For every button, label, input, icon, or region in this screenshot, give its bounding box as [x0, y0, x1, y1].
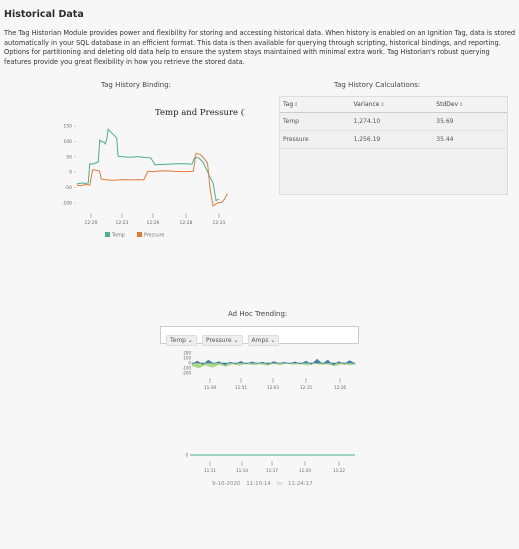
chevron-down-icon[interactable]: ⌄: [188, 337, 193, 344]
x-tick-label: 11:39: [204, 385, 216, 390]
legend-label[interactable]: Pressure: [144, 233, 165, 239]
chart-title: Temp and Pressure (L: [155, 107, 245, 118]
tag-selector[interactable]: Temp ⌄ Pressure ⌄ Amps ⌄: [160, 326, 359, 346]
legend-swatch[interactable]: [137, 232, 142, 237]
series-group: [76, 128, 228, 207]
cell-stddev: 35.44: [433, 130, 507, 149]
ad-hoc-trend-chart[interactable]: 2001000-100-200 11:39 11:51 12:03 12:15 12:2…: [160, 347, 360, 395]
x-tick-label: 11:11: [204, 468, 216, 473]
sort-icon[interactable]: ⇕: [380, 102, 384, 108]
y-tick-label: 100: [63, 139, 72, 145]
series-area-amps[interactable]: [191, 362, 356, 369]
series-line-temp[interactable]: [76, 128, 220, 202]
tag-chip-temp[interactable]: Temp ⌄: [166, 335, 197, 346]
page-title: Historical Data: [4, 9, 84, 20]
y-axis: 150 100 50 0 -50 -100: [62, 124, 76, 206]
x-axis: 11:11 11:14 11:17 11:20 11:22: [204, 461, 345, 473]
range-end-time: 11:24:17: [287, 481, 313, 487]
range-start-date: 9-10-2020: [212, 481, 241, 487]
x-tick-label: 12:26: [147, 220, 160, 226]
range-start-time: 11:10:14: [246, 481, 271, 487]
x-tick-label: 12:31: [213, 220, 226, 226]
y-tick-label: 50: [66, 154, 72, 160]
x-tick-label: 12:28: [180, 220, 193, 226]
x-tick-label: 12:26: [334, 385, 346, 390]
sort-icon[interactable]: ⇕: [294, 102, 298, 108]
y-tick-label: 0: [185, 453, 188, 458]
x-tick-label: 11:20: [299, 468, 311, 473]
series-group: [191, 358, 356, 369]
table-header-row: Tag⇕ Variance⇕ StdDev⇕: [280, 97, 507, 113]
cell-stddev: 35.69: [433, 112, 507, 131]
legend-swatch[interactable]: [105, 232, 110, 237]
y-tick-label: 0: [69, 170, 72, 176]
x-tick-label: 11:51: [235, 385, 247, 390]
page-description: The Tag Historian Module provides power …: [4, 29, 516, 66]
x-axis: 12:20 12:23 12:26 12:28 12:31: [85, 213, 226, 226]
table-row[interactable]: Pressure 1,256.19 35.44: [280, 130, 507, 149]
y-tick-label: -50: [65, 185, 72, 191]
x-axis: 11:39 11:51 12:03 12:15 12:26: [204, 378, 346, 390]
cell-tag: Temp: [280, 112, 351, 131]
cell-tag: Pressure: [280, 130, 351, 149]
x-tick-label: 11:22: [333, 468, 345, 473]
date-range-readout[interactable]: 9-10-2020 11:10:14 to 11:24:17: [212, 481, 313, 487]
tag-history-calculations-heading: Tag History Calculations:: [334, 81, 421, 89]
column-header-variance[interactable]: Variance⇕: [350, 97, 434, 113]
y-axis: 2001000-100-200: [182, 351, 192, 376]
y-tick-label: -100: [62, 200, 72, 206]
chevron-down-icon[interactable]: ⌄: [234, 337, 239, 344]
x-tick-label: 12:15: [300, 385, 312, 390]
table-row[interactable]: Temp 1,274.10 35.69: [280, 112, 507, 131]
ad-hoc-trending-heading: Ad Hoc Trending:: [228, 310, 288, 318]
range-selector-chart[interactable]: 0 11:11 11:14 11:17 11:20 11:22: [160, 445, 360, 485]
x-tick-label: 11:17: [266, 468, 278, 473]
y-tick-label: 150: [63, 124, 72, 130]
x-tick-label: 12:23: [116, 220, 129, 226]
x-tick-label: 11:14: [236, 468, 248, 473]
y-tick-label: -200: [182, 371, 192, 376]
chart-legend[interactable]: Temp Pressure: [105, 232, 165, 239]
chevron-down-icon[interactable]: ⌄: [270, 337, 275, 344]
x-tick-label: 12:20: [85, 220, 98, 226]
x-tick-label: 12:03: [267, 385, 279, 390]
sort-icon[interactable]: ⇕: [459, 102, 463, 108]
tag-chip-pressure[interactable]: Pressure ⌄: [201, 335, 243, 346]
tag-history-chart[interactable]: Temp and Pressure (L 150 100 50 0 -50 -100 12…: [55, 102, 245, 242]
y-axis: 0: [185, 453, 188, 458]
tag-chip-amps[interactable]: Amps ⌄: [247, 335, 280, 346]
cell-variance: 1,274.10: [350, 112, 434, 131]
legend-label[interactable]: Temp: [111, 233, 125, 239]
cell-variance: 1,256.19: [350, 130, 434, 149]
range-separator: to: [276, 481, 283, 487]
column-header-stddev[interactable]: StdDev⇕: [433, 97, 507, 113]
series-line-pressure[interactable]: [76, 152, 228, 207]
tag-history-binding-heading: Tag History Binding:: [101, 81, 172, 89]
tag-history-calculations-table: Tag⇕ Variance⇕ StdDev⇕ Temp 1,274.10 35.…: [279, 96, 508, 195]
column-header-tag[interactable]: Tag⇕: [280, 97, 351, 113]
